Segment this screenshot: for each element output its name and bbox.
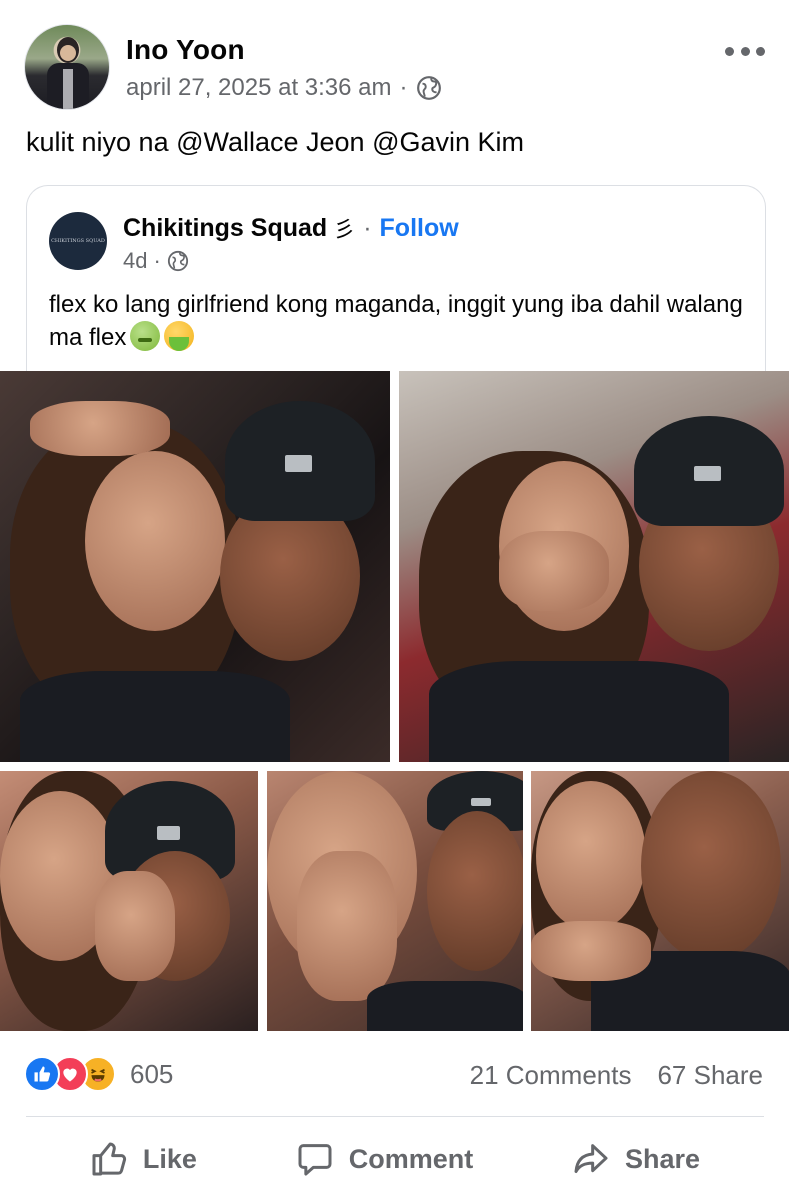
- author-name[interactable]: Ino Yoon: [126, 34, 245, 66]
- photo-2[interactable]: [399, 371, 789, 762]
- photo-1[interactable]: [0, 371, 390, 762]
- like-label: Like: [142, 1143, 197, 1174]
- shared-meta: 4d ·: [123, 248, 189, 274]
- reactions-summary[interactable]: 605: [24, 1056, 173, 1092]
- author-avatar[interactable]: [24, 24, 110, 110]
- comment-bubble-icon: [298, 1144, 332, 1176]
- share-label: Share: [625, 1143, 701, 1174]
- engagement-counts: 21 Comments 67 Share: [470, 1060, 763, 1091]
- shares-count[interactable]: 67 Share: [657, 1060, 763, 1091]
- post-header: Ino Yoon april 27, 2025 at 3:36 am ·: [24, 24, 765, 110]
- meta-separator: ·: [399, 74, 408, 101]
- photo-3[interactable]: [0, 771, 258, 1031]
- share-button[interactable]: Share: [571, 1139, 700, 1179]
- shared-post-text: flex ko lang girlfriend kong maganda, in…: [49, 288, 749, 354]
- nauseated-face-icon: [130, 321, 161, 351]
- share-arrow-icon: [574, 1144, 608, 1173]
- post-timestamp[interactable]: april 27, 2025 at 3:36 am: [126, 74, 392, 102]
- more-options-icon[interactable]: [725, 44, 765, 58]
- shared-post-card[interactable]: CHIKITINGS SQUAD Chikitings Squad 彡 · Fo…: [26, 185, 766, 385]
- comment-label: Comment: [348, 1143, 474, 1174]
- comment-button[interactable]: Comment: [295, 1139, 474, 1179]
- thumbs-up-icon: [92, 1142, 126, 1176]
- follow-button[interactable]: Follow: [380, 214, 459, 243]
- like-button[interactable]: Like: [89, 1139, 197, 1179]
- divider: [26, 1116, 764, 1117]
- reaction-count: 605: [130, 1058, 174, 1089]
- photo-4[interactable]: [267, 771, 523, 1031]
- post-meta: april 27, 2025 at 3:36 am ·: [126, 74, 442, 102]
- shared-page-name[interactable]: Chikitings Squad: [123, 214, 327, 243]
- shared-avatar-text: CHIKITINGS SQUAD: [51, 238, 105, 244]
- photo-5[interactable]: [531, 771, 789, 1031]
- globe-icon: [167, 250, 188, 272]
- shared-meta-separator: ·: [153, 248, 161, 273]
- shared-page-avatar[interactable]: CHIKITINGS SQUAD: [49, 212, 107, 270]
- shared-page-header: Chikitings Squad 彡 · Follow: [123, 212, 459, 244]
- face-vomiting-icon: [164, 321, 195, 351]
- follow-separator: ·: [363, 213, 372, 242]
- post-text: kulit niyo na @Wallace Jeon @Gavin Kim: [26, 127, 525, 157]
- like-icon: [24, 1056, 60, 1092]
- action-bar: Like Comment Share: [0, 1130, 789, 1188]
- comments-count[interactable]: 21 Comments: [470, 1060, 632, 1091]
- page-name-mark: 彡: [333, 217, 356, 242]
- globe-icon: [416, 76, 441, 100]
- shared-age[interactable]: 4d: [123, 248, 147, 274]
